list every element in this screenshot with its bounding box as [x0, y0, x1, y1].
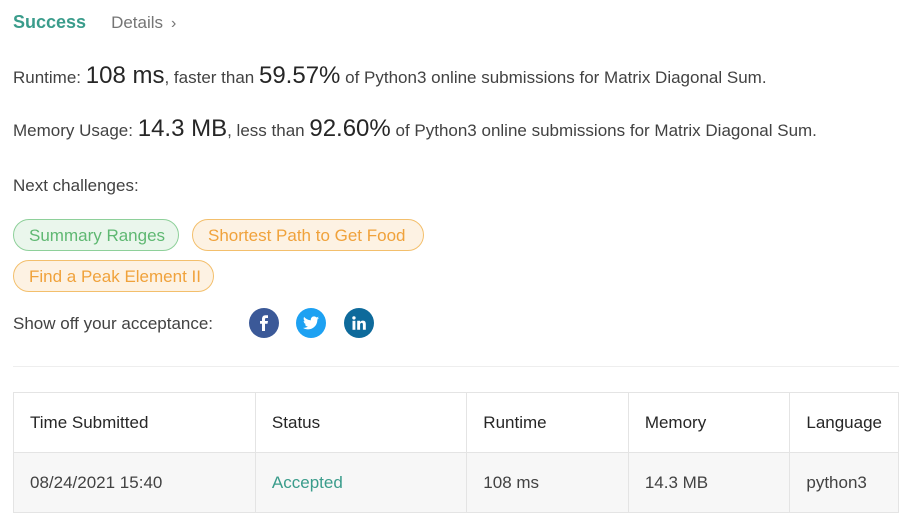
- next-challenges-label: Next challenges:: [13, 176, 139, 195]
- submissions-table: Time Submitted Status Runtime Memory Lan…: [13, 392, 899, 513]
- memory-summary: Memory Usage: 14.3 MB, less than 92.60% …: [13, 115, 817, 143]
- memory-mid-text: , less than: [227, 121, 305, 140]
- table-header-row: Time Submitted Status Runtime Memory Lan…: [13, 392, 899, 453]
- cell-runtime: 108 ms: [466, 452, 629, 513]
- challenge-chip-shortest-path[interactable]: Shortest Path to Get Food: [192, 219, 424, 251]
- runtime-mid-text: , faster than: [164, 68, 255, 87]
- cell-time-submitted: 08/24/2021 15:40: [13, 452, 256, 513]
- chevron-right-icon: ›: [171, 15, 177, 32]
- linkedin-icon[interactable]: [344, 308, 374, 338]
- challenge-chip-find-peak[interactable]: Find a Peak Element II: [13, 260, 214, 292]
- details-link[interactable]: Details ›: [111, 13, 176, 33]
- runtime-percent: 59.57%: [258, 62, 341, 89]
- column-header-memory: Memory: [627, 392, 791, 453]
- cell-status-accepted-link[interactable]: Accepted: [254, 452, 468, 513]
- column-header-time: Time Submitted: [13, 392, 256, 453]
- submission-result-panel: Success Details › Runtime: 108 ms, faster…: [0, 0, 906, 531]
- twitter-icon[interactable]: [296, 308, 326, 338]
- runtime-label: Runtime:: [13, 68, 82, 87]
- runtime-value: 108 ms: [85, 62, 165, 89]
- column-header-runtime: Runtime: [466, 392, 629, 453]
- memory-suffix: of Python3 online submissions for Matrix…: [395, 121, 817, 140]
- column-header-status: Status: [254, 392, 468, 453]
- result-header: Success Details ›: [13, 12, 176, 33]
- memory-label: Memory Usage:: [13, 121, 133, 140]
- cell-memory: 14.3 MB: [627, 452, 791, 513]
- memory-value: 14.3 MB: [137, 115, 228, 142]
- runtime-suffix: of Python3 online submissions for Matrix…: [345, 68, 767, 87]
- share-label: Show off your acceptance:: [13, 314, 214, 333]
- facebook-icon[interactable]: [249, 308, 279, 338]
- column-header-language: Language: [789, 392, 899, 453]
- table-row: 08/24/2021 15:40 Accepted 108 ms 14.3 MB…: [13, 452, 899, 513]
- runtime-summary: Runtime: 108 ms, faster than 59.57% of P…: [13, 62, 767, 90]
- challenge-chip-summary-ranges[interactable]: Summary Ranges: [13, 219, 179, 251]
- cell-language: python3: [789, 452, 899, 513]
- status-title: Success: [13, 12, 87, 32]
- details-label: Details: [111, 13, 164, 32]
- section-divider: [13, 366, 899, 367]
- memory-percent: 92.60%: [309, 115, 391, 142]
